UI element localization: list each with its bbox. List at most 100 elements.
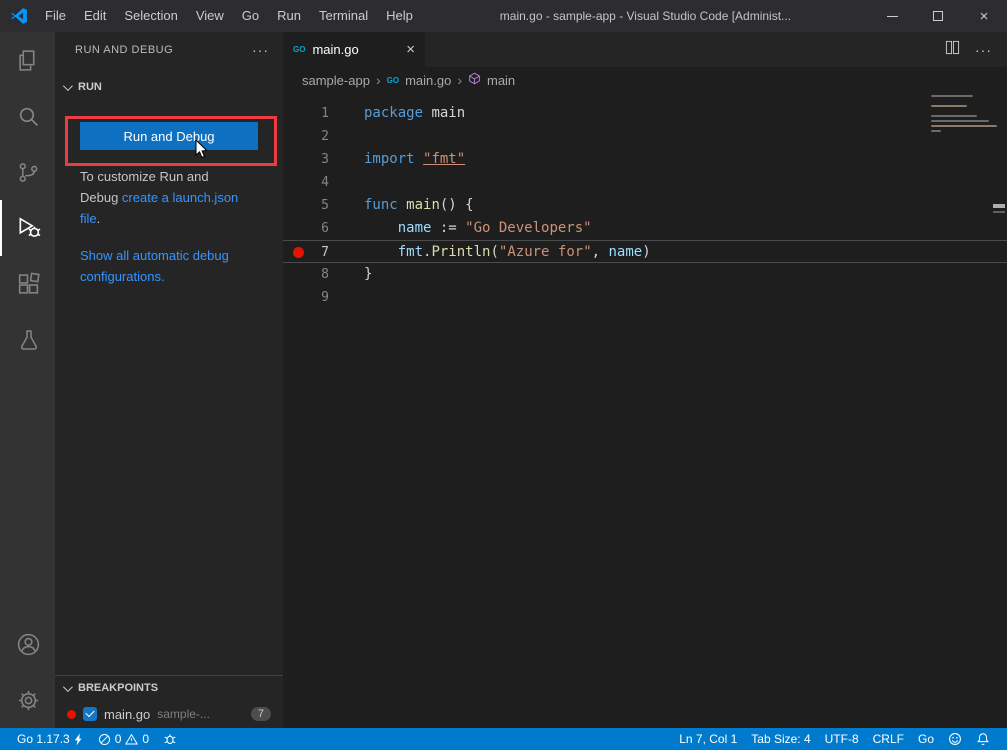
menu-run[interactable]: Run	[268, 0, 310, 32]
run-section-header[interactable]: RUN	[55, 76, 283, 98]
line-number[interactable]: 4	[283, 171, 343, 194]
minimize-icon	[887, 16, 898, 17]
maximize-icon	[933, 11, 943, 21]
debug-status-icon[interactable]	[156, 728, 184, 750]
settings-gear-icon[interactable]	[0, 672, 55, 728]
warning-icon	[125, 733, 138, 746]
code-line[interactable]: 1 package main	[283, 102, 1007, 125]
extensions-icon[interactable]	[0, 256, 55, 312]
minimize-button[interactable]	[869, 0, 915, 32]
editor-more-actions-icon[interactable]: ···	[975, 42, 992, 58]
breakpoint-item[interactable]: main.go sample-... 7	[55, 700, 283, 728]
line-number[interactable]: 3	[283, 148, 343, 171]
menu-help[interactable]: Help	[377, 0, 422, 32]
activity-bar	[0, 32, 55, 728]
minimap[interactable]	[931, 95, 999, 132]
line-number[interactable]: 1	[283, 102, 343, 125]
title-bar: File Edit Selection View Go Run Terminal…	[0, 0, 1007, 32]
code-line[interactable]: 5 func main() {	[283, 194, 1007, 217]
eol-status[interactable]: CRLF	[866, 728, 911, 750]
minimap-line	[931, 105, 967, 107]
code-line-text[interactable]: }	[364, 263, 372, 286]
maximize-button[interactable]	[915, 0, 961, 32]
code-line[interactable]: 4	[283, 171, 1007, 194]
symbol-package-icon	[468, 72, 481, 88]
split-editor-icon[interactable]	[945, 40, 960, 60]
menu-file[interactable]: File	[36, 0, 75, 32]
code-line[interactable]: 3 import "fmt"	[283, 148, 1007, 171]
breakpoint-dot-icon[interactable]	[293, 247, 304, 258]
code-line-text[interactable]: import "fmt"	[364, 148, 465, 171]
run-and-debug-button[interactable]: Run and Debug	[80, 122, 258, 150]
breadcrumb-separator-icon: ›	[457, 72, 462, 88]
cursor-position-status[interactable]: Ln 7, Col 1	[672, 728, 744, 750]
breakpoints-title: BREAKPOINTS	[78, 682, 158, 694]
code-line-text[interactable]: fmt.Println("Azure for", name)	[364, 241, 651, 262]
show-configurations-hint: Show all automatic debug configurations.	[80, 245, 240, 287]
menu-selection[interactable]: Selection	[115, 0, 186, 32]
minimap-line	[931, 125, 997, 127]
window-title: main.go - sample-app - Visual Studio Cod…	[422, 9, 869, 23]
breadcrumb-main-go[interactable]: main.go	[405, 73, 451, 88]
code-line[interactable]: 7 fmt.Println("Azure for", name)	[283, 240, 1007, 263]
tab-main-go[interactable]: GO main.go ×	[283, 32, 425, 67]
more-actions-icon[interactable]: ···	[252, 42, 269, 58]
line-number[interactable]: 9	[283, 286, 343, 309]
line-number[interactable]: 6	[283, 217, 343, 240]
run-and-debug-icon[interactable]	[0, 200, 55, 256]
customize-hint: To customize Run and Debug create a laun…	[80, 166, 240, 229]
breakpoints-section: BREAKPOINTS main.go sample-... 7	[55, 675, 283, 728]
line-number[interactable]: 7	[283, 241, 343, 262]
line-number[interactable]: 8	[283, 263, 343, 286]
menu-bar: File Edit Selection View Go Run Terminal…	[36, 0, 422, 32]
code-line-text[interactable]: name := "Go Developers"	[364, 217, 592, 240]
breakpoint-checkbox[interactable]	[83, 707, 97, 721]
breadcrumb-sample-app[interactable]: sample-app	[302, 73, 370, 88]
show-configurations-link[interactable]: Show all automatic debug configurations.	[80, 248, 229, 284]
testing-icon[interactable]	[0, 312, 55, 368]
vscode-logo-icon	[10, 7, 28, 25]
panel-header: RUN AND DEBUG ···	[55, 32, 283, 68]
run-debug-panel: RUN AND DEBUG ··· RUN Run and Debug To c…	[55, 32, 283, 728]
run-section-label: RUN	[78, 81, 102, 93]
breakpoint-path: sample-...	[157, 707, 210, 721]
line-number[interactable]: 5	[283, 194, 343, 217]
error-count: 0	[115, 732, 122, 746]
breadcrumb-separator-icon: ›	[376, 72, 381, 88]
notifications-bell-icon[interactable]	[969, 728, 997, 750]
minimap-line	[931, 95, 973, 97]
menu-edit[interactable]: Edit	[75, 0, 115, 32]
tab-label: main.go	[312, 42, 358, 57]
breakpoints-count-badge: 7	[251, 707, 271, 721]
menu-go[interactable]: Go	[233, 0, 268, 32]
code-line[interactable]: 6 name := "Go Developers"	[283, 217, 1007, 240]
code-line[interactable]: 8}	[283, 263, 1007, 286]
encoding-status[interactable]: UTF-8	[818, 728, 866, 750]
minimap-line	[931, 130, 941, 132]
line-number[interactable]: 2	[283, 125, 343, 148]
tab-size-status[interactable]: Tab Size: 4	[744, 728, 817, 750]
source-control-icon[interactable]	[0, 144, 55, 200]
breadcrumb-main[interactable]: main	[487, 73, 515, 88]
go-version-status[interactable]: Go 1.17.3	[10, 728, 91, 750]
code-line[interactable]: 9	[283, 286, 1007, 309]
explorer-icon[interactable]	[0, 32, 55, 88]
language-status[interactable]: Go	[911, 728, 941, 750]
chevron-down-icon	[63, 81, 73, 91]
search-icon[interactable]	[0, 88, 55, 144]
code-line-text[interactable]: package main	[364, 102, 465, 125]
problems-status[interactable]: 0 0	[91, 728, 156, 750]
code-line-text[interactable]: func main() {	[364, 194, 474, 217]
menu-view[interactable]: View	[187, 0, 233, 32]
minimap-line	[931, 115, 977, 117]
error-icon	[98, 733, 111, 746]
breakpoints-header[interactable]: BREAKPOINTS	[55, 676, 283, 700]
feedback-icon[interactable]	[941, 728, 969, 750]
tab-close-icon[interactable]: ×	[406, 41, 415, 58]
close-button[interactable]: ×	[961, 0, 1007, 32]
code-line[interactable]: 2	[283, 125, 1007, 148]
code-area[interactable]: 1 package main 23 import "fmt" 45 func main()…	[283, 93, 1007, 309]
menu-terminal[interactable]: Terminal	[310, 0, 377, 32]
tab-strip: GO main.go × ···	[283, 32, 1007, 67]
account-icon[interactable]	[0, 616, 55, 672]
